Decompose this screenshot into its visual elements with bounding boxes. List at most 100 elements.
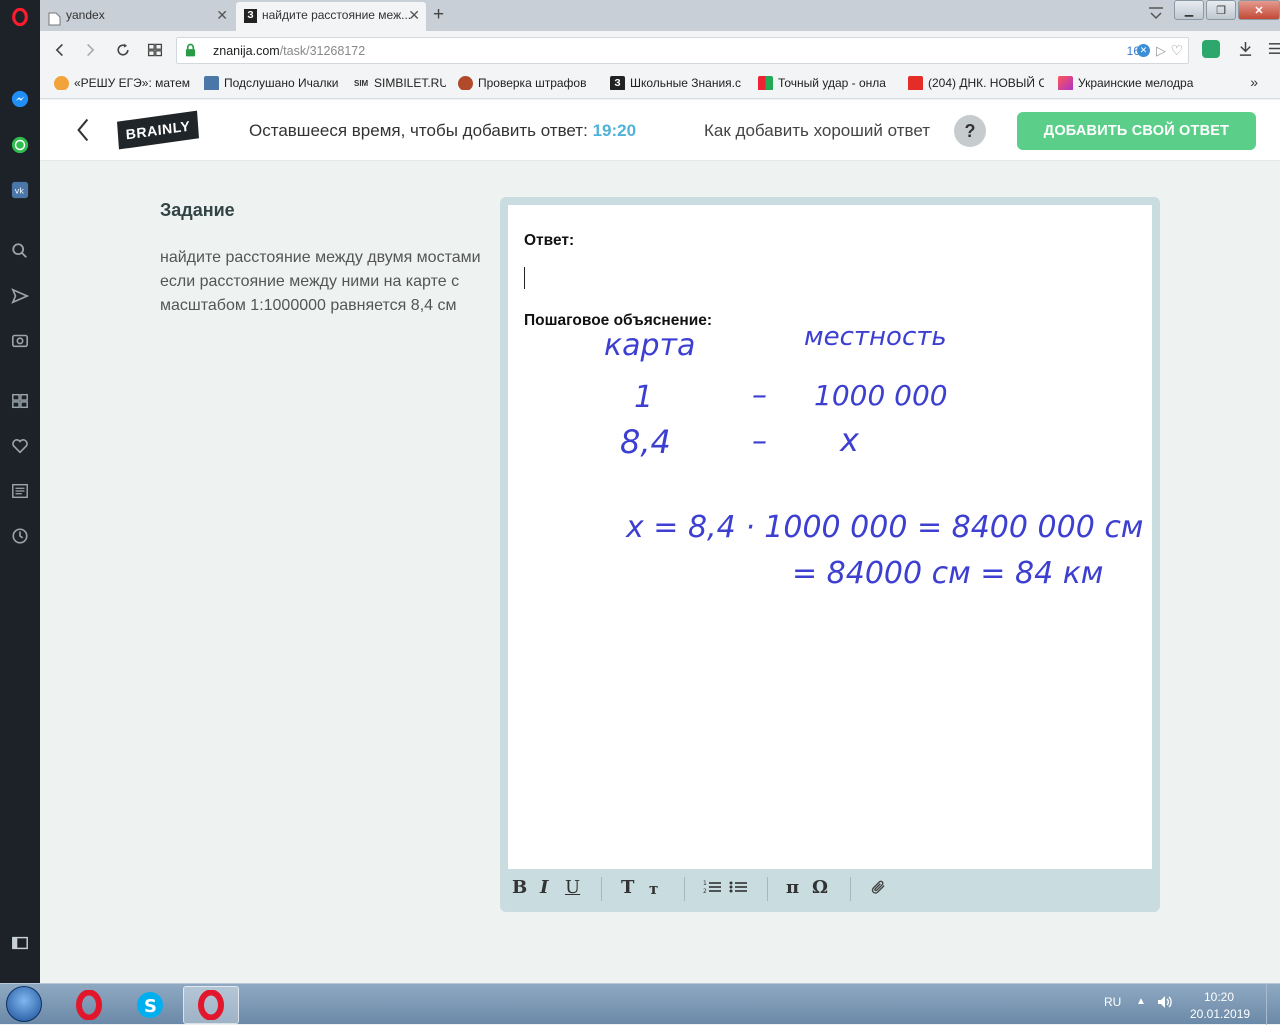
opera-sidebar: vk [0, 0, 40, 983]
bookmark-label: Проверка штрафов [478, 76, 587, 90]
hw-x: x [839, 421, 860, 459]
sidebar-toggle-icon[interactable] [10, 933, 30, 953]
toolbar-divider [684, 877, 685, 901]
new-tab-button[interactable]: + [433, 4, 444, 26]
show-desktop-button[interactable] [1266, 984, 1280, 1025]
maximize-button[interactable]: ❐ [1206, 0, 1236, 20]
start-button[interactable] [6, 986, 42, 1022]
clock-date[interactable]: 20.01.2019 [1190, 1007, 1250, 1021]
url-input[interactable]: znanija.com/task/31268172 16 ✕ ▷ ♡ [176, 37, 1189, 64]
bookmark-label: Школьные Знания.c [630, 76, 742, 90]
answer-textarea[interactable]: Ответ: Пошаговое объяснение: карта местн… [508, 205, 1152, 869]
pi-symbol-button[interactable]: π [786, 877, 799, 898]
volume-icon[interactable] [1156, 994, 1174, 1015]
language-indicator[interactable]: RU [1104, 995, 1121, 1009]
back-icon[interactable] [50, 40, 70, 60]
answer-editor: Ответ: Пошаговое объяснение: карта местн… [500, 197, 1160, 912]
bookmark-item[interactable]: Проверка штрафов [458, 76, 590, 90]
bookmark-item[interactable]: (204) ДНК. НОВЫЙ С [908, 76, 1044, 90]
bookmark-item[interactable]: Украинские мелодра [1058, 76, 1200, 90]
underline-button[interactable]: U [565, 877, 580, 898]
bookmark-item[interactable]: «РЕШУ ЕГЭ»: матема [54, 76, 190, 90]
close-icon[interactable]: ✕ [216, 2, 228, 29]
clock-time[interactable]: 10:20 [1204, 990, 1234, 1004]
bookmark-item[interactable]: SIM SIMBILET.RU [354, 76, 446, 90]
browser-menu-icon[interactable] [1268, 41, 1280, 61]
vpn-icon[interactable] [1202, 40, 1220, 58]
history-icon[interactable] [10, 526, 30, 546]
bookmark-item[interactable]: З Школьные Знания.c [610, 76, 745, 90]
bookmark-label: «РЕШУ ЕГЭ»: матема [74, 76, 190, 90]
send-icon[interactable] [10, 286, 30, 306]
list-ordered-icon[interactable]: 12 [703, 879, 721, 900]
taskbar-opera-icon[interactable] [61, 986, 117, 1024]
hw-eight-four: 8,4 [620, 423, 671, 461]
messenger-icon[interactable] [10, 89, 30, 109]
answer-label: Ответ: [524, 232, 575, 249]
lock-icon [185, 43, 196, 62]
adblock-badge-icon[interactable]: ✕ [1137, 44, 1150, 57]
svg-text:S: S [144, 996, 157, 1017]
howto-link[interactable]: Как добавить хороший ответ [704, 121, 930, 141]
download-icon[interactable] [1238, 41, 1253, 61]
bookmarks-overflow-icon[interactable]: » [1250, 74, 1258, 90]
znanija-favicon-icon: З [244, 9, 257, 23]
svg-text:vk: vk [15, 186, 25, 196]
camera-icon[interactable] [10, 330, 30, 350]
timer-text: Оставшееся время, чтобы добавить ответ: … [249, 121, 636, 141]
bookmark-item[interactable]: Подслушано Ичалки [204, 76, 344, 90]
simbilet-icon: SIM [354, 79, 369, 88]
handwritten-solution: карта местность 1 – 1000 000 8,4 – x x =… [604, 325, 1143, 591]
close-icon[interactable]: ✕ [408, 2, 420, 29]
tray-expand-icon[interactable]: ▲ [1136, 996, 1146, 1007]
heart-icon[interactable] [10, 436, 30, 456]
italic-button[interactable]: I [540, 877, 548, 898]
opera-logo-icon[interactable] [10, 7, 30, 27]
back-arrow-icon[interactable] [76, 116, 90, 149]
heading-large-button[interactable]: T [621, 877, 634, 898]
taskbar-opera-active-icon[interactable] [183, 986, 239, 1024]
whatsapp-icon[interactable] [10, 135, 30, 155]
close-window-button[interactable]: ✕ [1238, 0, 1280, 20]
bookmark-label: Точный удар - онла [778, 76, 886, 90]
search-icon[interactable] [10, 241, 30, 261]
tab-yandex[interactable]: yandex ✕ [40, 2, 234, 31]
heading-small-button[interactable]: т [649, 880, 658, 898]
help-button[interactable]: ? [954, 115, 986, 147]
add-answer-button[interactable]: ДОБАВИТЬ СВОЙ ОТВЕТ [1017, 112, 1256, 150]
reload-icon[interactable] [113, 40, 133, 60]
news-icon[interactable] [10, 481, 30, 501]
minimize-button[interactable]: ▁ [1174, 0, 1204, 20]
taskbar-skype-icon[interactable]: S [122, 986, 178, 1024]
bold-button[interactable]: B [512, 877, 527, 898]
vk-icon[interactable]: vk [10, 180, 30, 200]
text-caret [524, 267, 525, 289]
toolbar-divider [601, 877, 602, 901]
share-icon[interactable]: ▷ [1156, 43, 1166, 59]
forward-icon[interactable] [80, 40, 100, 60]
hw-equation-2: = 84000 см = 84 км [792, 556, 1103, 591]
omega-symbol-button[interactable]: Ω [812, 877, 828, 898]
hw-karta: карта [604, 328, 695, 363]
reshu-ege-icon [54, 76, 69, 90]
tab-title: yandex [66, 8, 105, 22]
hw-dash-1: – [752, 378, 767, 413]
tab-menu-icon[interactable] [1148, 5, 1164, 23]
timer-label: Оставшееся время, чтобы добавить ответ: [249, 121, 588, 140]
hw-dash-2: – [752, 424, 767, 459]
speed-dial-icon[interactable] [10, 391, 30, 411]
tabs-grid-icon[interactable] [145, 40, 165, 60]
list-bullets-icon[interactable] [729, 879, 747, 900]
brainly-logo[interactable]: BRAINLY [117, 110, 199, 150]
hw-mestnost: местность [804, 325, 947, 352]
bookmark-item[interactable]: Точный удар - онла [758, 76, 893, 90]
bookmark-label: Подслушано Ичалки [224, 76, 339, 90]
tab-znanija[interactable]: З найдите расстояние меж... ✕ [236, 2, 426, 31]
bookmark-heart-icon[interactable]: ♡ [1170, 42, 1183, 59]
page-icon [48, 9, 61, 26]
paperclip-icon[interactable] [870, 879, 887, 900]
znanija-favicon-icon: З [610, 76, 625, 90]
hw-million: 1000 000 [814, 379, 948, 412]
url-path: /task/31268172 [279, 44, 366, 58]
svg-text:2: 2 [703, 888, 707, 895]
